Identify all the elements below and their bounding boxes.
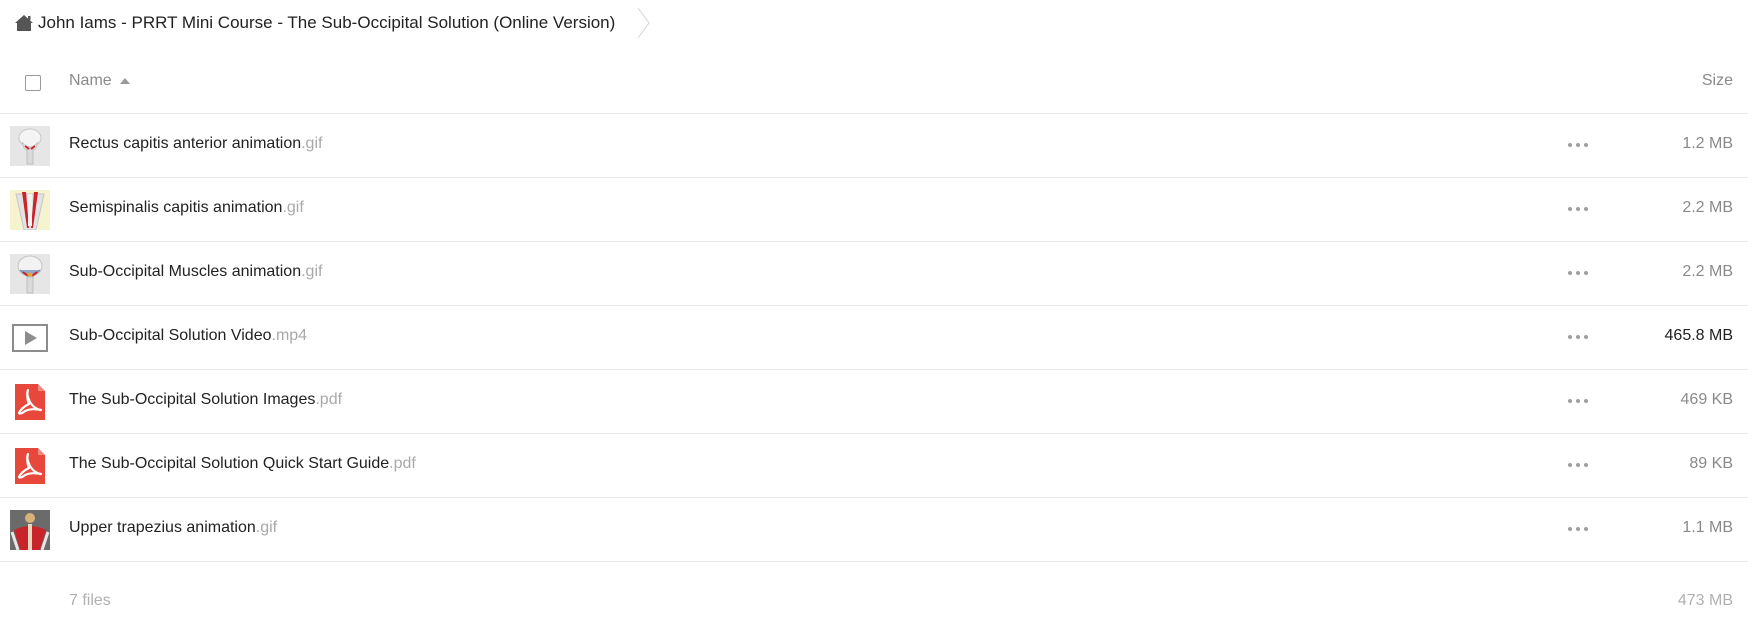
select-all-checkbox[interactable] xyxy=(25,75,41,91)
file-name[interactable]: Sub-Occipital Muscles animation.gif xyxy=(69,263,322,281)
file-size: 2.2 MB xyxy=(1682,199,1733,216)
file-row[interactable]: Sub-Occipital Muscles animation.gif 2.2 … xyxy=(0,242,1748,306)
more-options-icon[interactable] xyxy=(1568,522,1588,536)
file-basename: The Sub-Occipital Solution Images xyxy=(69,391,316,408)
file-name[interactable]: Sub-Occipital Solution Video.mp4 xyxy=(69,327,307,345)
file-extension: .gif xyxy=(301,135,323,152)
file-size: 469 KB xyxy=(1680,391,1733,408)
file-count: 7 files xyxy=(69,592,111,609)
chevron-right-icon xyxy=(635,0,651,46)
file-extension: .gif xyxy=(301,263,323,280)
anatomy-skull-thumbnail xyxy=(10,126,50,166)
more-options-icon[interactable] xyxy=(1568,458,1588,472)
file-row[interactable]: Semispinalis capitis animation.gif 2.2 M… xyxy=(0,178,1748,242)
breadcrumb-label: John Iams - PRRT Mini Course - The Sub-O… xyxy=(38,13,616,32)
anatomy-trapezius-thumbnail xyxy=(10,510,50,550)
file-extension: .gif xyxy=(282,199,304,216)
file-basename: The Sub-Occipital Solution Quick Start G… xyxy=(69,455,390,472)
file-row[interactable]: Upper trapezius animation.gif 1.1 MB xyxy=(0,498,1748,562)
file-basename: Upper trapezius animation xyxy=(69,519,256,536)
file-size: 1.2 MB xyxy=(1682,135,1733,152)
more-options-icon[interactable] xyxy=(1568,266,1588,280)
breadcrumb-current-folder[interactable]: John Iams - PRRT Mini Course - The Sub-O… xyxy=(0,0,635,46)
name-column-label: Name xyxy=(69,72,112,89)
file-extension: .pdf xyxy=(389,455,416,472)
file-row[interactable]: The Sub-Occipital Solution Quick Start G… xyxy=(0,434,1748,498)
breadcrumb: John Iams - PRRT Mini Course - The Sub-O… xyxy=(0,0,1748,46)
table-header: Name Size xyxy=(0,55,1748,114)
file-name[interactable]: The Sub-Occipital Solution Images.pdf xyxy=(69,391,342,409)
more-options-icon[interactable] xyxy=(1568,330,1588,344)
file-basename: Rectus capitis anterior animation xyxy=(69,135,302,152)
pdf-icon xyxy=(10,382,50,422)
sort-ascending-icon xyxy=(119,77,130,85)
pdf-icon xyxy=(10,446,50,486)
home-icon xyxy=(13,13,35,33)
file-extension: .pdf xyxy=(315,391,343,408)
anatomy-neck-muscle-thumbnail xyxy=(10,190,50,230)
more-options-icon[interactable] xyxy=(1568,138,1588,152)
file-basename: Semispinalis capitis animation xyxy=(69,199,283,216)
file-size: 1.1 MB xyxy=(1682,519,1733,536)
file-size: 89 KB xyxy=(1689,455,1733,472)
file-name[interactable]: Rectus capitis anterior animation.gif xyxy=(69,135,322,153)
file-name[interactable]: Semispinalis capitis animation.gif xyxy=(69,199,304,217)
video-play-icon xyxy=(10,318,50,358)
size-column-header[interactable]: Size xyxy=(1702,72,1733,90)
file-row[interactable]: Sub-Occipital Solution Video.mp4 465.8 M… xyxy=(0,306,1748,370)
total-size: 473 MB xyxy=(1677,592,1733,609)
more-options-icon[interactable] xyxy=(1568,394,1588,408)
more-options-icon[interactable] xyxy=(1568,202,1588,216)
file-basename: Sub-Occipital Solution Video xyxy=(69,327,272,344)
file-size: 465.8 MB xyxy=(1664,327,1733,344)
file-name[interactable]: Upper trapezius animation.gif xyxy=(69,519,277,537)
file-extension: .gif xyxy=(255,519,278,536)
file-basename: Sub-Occipital Muscles animation xyxy=(69,263,302,280)
file-row[interactable]: Rectus capitis anterior animation.gif 1.… xyxy=(0,114,1748,178)
name-column-header[interactable]: Name xyxy=(69,72,130,90)
file-list: Rectus capitis anterior animation.gif 1.… xyxy=(0,114,1748,624)
file-row[interactable]: The Sub-Occipital Solution Images.pdf 46… xyxy=(0,370,1748,434)
anatomy-suboccipital-thumbnail xyxy=(10,254,50,294)
file-name[interactable]: The Sub-Occipital Solution Quick Start G… xyxy=(69,455,416,473)
file-extension: .mp4 xyxy=(271,327,308,344)
file-size: 2.2 MB xyxy=(1682,263,1733,280)
summary-row: 7 files 473 MB xyxy=(0,562,1748,624)
